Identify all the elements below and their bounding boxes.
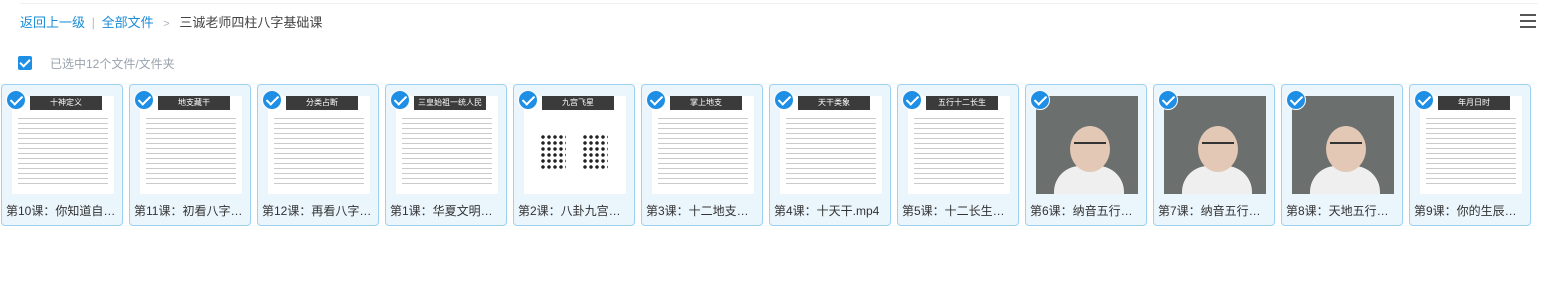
file-card[interactable]: 第7课：纳音五行… — [1153, 84, 1275, 226]
glasses-icon — [1330, 142, 1362, 150]
thumbnail-text-lines — [786, 118, 876, 188]
thumbnail-text-lines — [1426, 118, 1516, 188]
check-circle-icon[interactable] — [646, 90, 666, 110]
thumbnail-heading: 地支藏干 — [158, 96, 230, 110]
file-name: 第11课：初看八字… — [134, 204, 243, 218]
file-card[interactable]: 第8课：天地五行… — [1281, 84, 1403, 226]
video-thumbnail — [1164, 96, 1266, 194]
thumbnail-heading: 分类占断 — [286, 96, 358, 110]
thumbnail-heading: 五行十二长生 — [926, 96, 998, 110]
back-link[interactable]: 返回上一级 — [20, 15, 85, 30]
file-name: 第5课：十二长生… — [902, 204, 1005, 218]
breadcrumb-separator: | — [91, 15, 96, 30]
file-card[interactable]: 九宫飞星第2课：八卦九宫… — [513, 84, 635, 226]
dot-pattern — [582, 134, 608, 170]
thumbnail-text-lines — [146, 118, 236, 188]
thumbnail-text-lines — [18, 118, 108, 188]
file-name: 第6课：纳音五行… — [1030, 204, 1133, 218]
file-name: 第3课：十二地支… — [646, 204, 749, 218]
thumbnail-heading: 年月日时 — [1438, 96, 1510, 110]
file-name: 第4课：十天干.mp4 — [774, 204, 880, 218]
document-thumbnail: 九宫飞星 — [524, 96, 626, 194]
file-name: 第10课：你知道自… — [6, 204, 116, 218]
thumbnail-text-lines — [658, 118, 748, 188]
video-thumbnail — [1292, 96, 1394, 194]
check-circle-icon[interactable] — [1158, 90, 1178, 110]
breadcrumb: 返回上一级 | 全部文件 > 三诚老师四柱八字基础课 — [20, 14, 322, 33]
file-card[interactable]: 年月日时第9课：你的生辰… — [1409, 84, 1531, 226]
file-card[interactable]: 十神定义第10课：你知道自… — [1, 84, 123, 226]
file-card[interactable]: 分类占断第12课：再看八字… — [257, 84, 379, 226]
menu-bar — [1520, 26, 1536, 28]
file-grid: 十神定义 第10课：你知道自… 地支藏干 第11课：初看八字… 分类占断 第12课：再看八… — [1, 84, 1537, 226]
thumbnail-heading: 十神定义 — [30, 96, 102, 110]
menu-bar — [1520, 20, 1536, 22]
select-all-checkbox[interactable] — [18, 56, 32, 70]
check-circle-icon[interactable] — [518, 90, 538, 110]
file-card[interactable]: 天干类象第4课：十天干.mp4 — [769, 84, 891, 226]
thumbnail-text-lines — [914, 118, 1004, 188]
menu-bar — [1520, 14, 1536, 16]
current-folder-name: 三诚老师四柱八字基础课 — [179, 15, 323, 30]
file-card[interactable]: 地支藏干第11课：初看八字… — [129, 84, 251, 226]
check-circle-icon[interactable] — [1030, 90, 1050, 110]
document-thumbnail: 天干类象 — [780, 96, 882, 194]
file-name: 第1课：华夏文明… — [390, 204, 493, 218]
thumbnail-heading: 三皇始祖一统人民 — [414, 96, 486, 110]
dot-pattern — [540, 134, 566, 170]
file-card[interactable]: 三皇始祖一统人民第1课：华夏文明… — [385, 84, 507, 226]
file-name: 第12课：再看八字… — [262, 204, 372, 218]
file-name: 第9课：你的生辰… — [1414, 204, 1517, 218]
check-circle-icon[interactable] — [774, 90, 794, 110]
file-name: 第2课：八卦九宫… — [518, 204, 621, 218]
document-thumbnail: 分类占断 — [268, 96, 370, 194]
document-thumbnail: 三皇始祖一统人民 — [396, 96, 498, 194]
all-files-link[interactable]: 全部文件 — [102, 15, 154, 30]
glasses-icon — [1074, 142, 1106, 150]
breadcrumb-arrow-icon: > — [163, 18, 170, 30]
thumbnail-heading: 天干类象 — [798, 96, 870, 110]
file-card[interactable]: 五行十二长生第5课：十二长生… — [897, 84, 1019, 226]
check-circle-icon[interactable] — [390, 90, 410, 110]
selection-count-text: 已选中12个文件/文件夹 — [50, 56, 175, 71]
file-card[interactable]: 第6课：纳音五行… — [1025, 84, 1147, 226]
glasses-icon — [1202, 142, 1234, 150]
document-thumbnail: 五行十二长生 — [908, 96, 1010, 194]
file-card[interactable]: 掌上地支第3课：十二地支… — [641, 84, 763, 226]
check-circle-icon[interactable] — [262, 90, 282, 110]
thumbnail-text-lines — [402, 118, 492, 188]
file-name: 第7课：纳音五行… — [1158, 204, 1261, 218]
video-thumbnail — [1036, 96, 1138, 194]
document-thumbnail: 掌上地支 — [652, 96, 754, 194]
document-thumbnail: 地支藏干 — [140, 96, 242, 194]
menu-icon[interactable] — [1520, 14, 1536, 30]
check-circle-icon[interactable] — [1286, 90, 1306, 110]
document-thumbnail: 年月日时 — [1420, 96, 1522, 194]
thumbnail-heading: 掌上地支 — [670, 96, 742, 110]
check-circle-icon[interactable] — [6, 90, 26, 110]
thumbnail-heading: 九宫飞星 — [542, 96, 614, 110]
file-name: 第8课：天地五行… — [1286, 204, 1389, 218]
thumbnail-text-lines — [274, 118, 364, 188]
check-circle-icon[interactable] — [134, 90, 154, 110]
check-circle-icon[interactable] — [1414, 90, 1434, 110]
top-divider — [20, 3, 1538, 4]
check-circle-icon[interactable] — [902, 90, 922, 110]
selection-bar: 已选中12个文件/文件夹 — [18, 55, 175, 71]
document-thumbnail: 十神定义 — [12, 96, 114, 194]
